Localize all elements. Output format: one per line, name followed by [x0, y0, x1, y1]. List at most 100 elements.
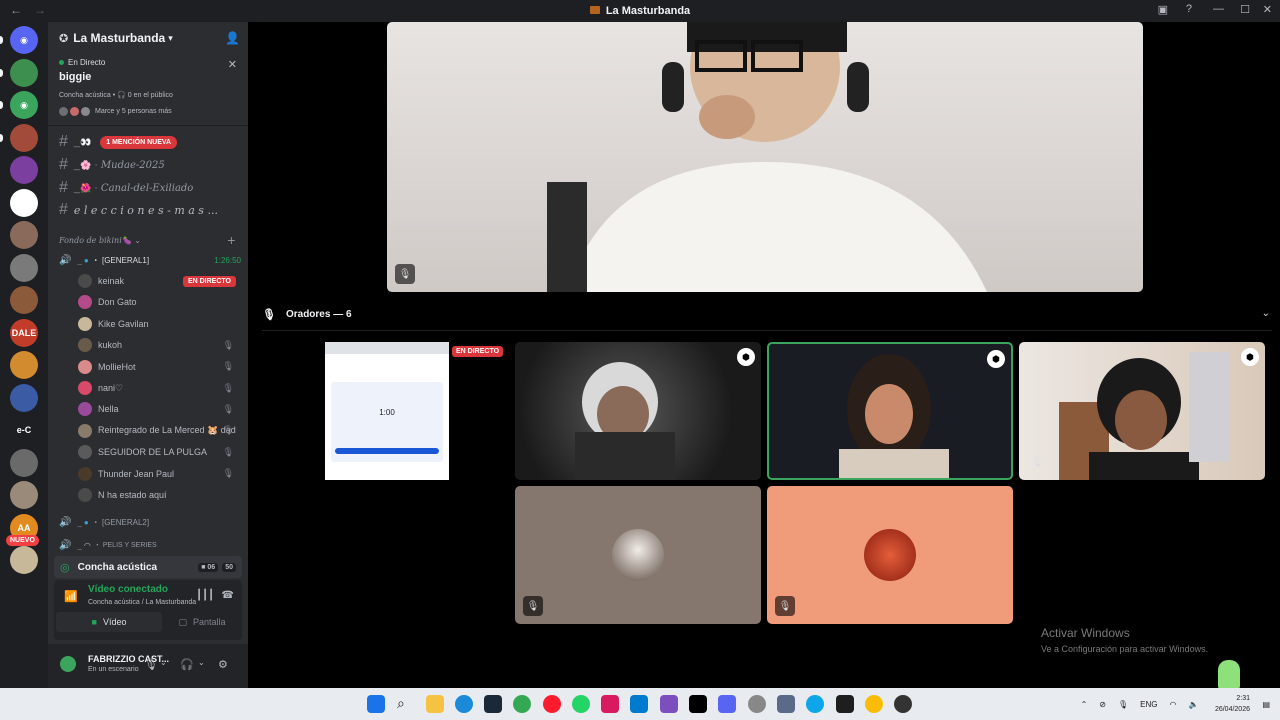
server-icon[interactable]: [10, 286, 38, 314]
file-explorer-icon[interactable]: [426, 695, 444, 713]
chevron-down-icon[interactable]: ⌄: [198, 658, 205, 667]
maximize-button[interactable]: ☐: [1240, 3, 1250, 16]
opera-icon[interactable]: [543, 695, 561, 713]
channel-item[interactable]: # _ 👀 1 MENCIÓN NUEVA: [59, 132, 241, 152]
muted-mic-icon: 🎙: [222, 425, 234, 436]
minimize-button[interactable]: —: [1213, 3, 1224, 15]
settings-icon[interactable]: [748, 695, 766, 713]
clock[interactable]: 2:31 26/04/2026: [1215, 693, 1250, 715]
microphone-icon[interactable]: 🎙: [144, 658, 158, 671]
server-header[interactable]: ✪ La Masturbanda ▾ 👤: [48, 22, 248, 54]
avatar: [864, 529, 916, 581]
disconnect-icon[interactable]: ☎: [222, 590, 234, 601]
chevron-up-icon[interactable]: ⌃: [1081, 700, 1088, 709]
voice-channel-general1[interactable]: 🔊 _ ● ・ [GENERAL1] 1:26:50: [59, 251, 241, 269]
server-icon[interactable]: [10, 351, 38, 379]
wifi-icon[interactable]: ◠: [1169, 700, 1176, 709]
search-icon[interactable]: ⌕: [397, 695, 415, 713]
headphones-icon[interactable]: 🎧: [180, 658, 194, 671]
voice-member[interactable]: Thunder Jean Paul 🎙: [78, 464, 238, 484]
server-icon[interactable]: [10, 383, 38, 412]
category-header[interactable]: Fondo de bikini🍆 ⌄ +: [59, 234, 241, 247]
chrome-canary-icon[interactable]: [865, 695, 883, 713]
screen-share-tile[interactable]: 1:00: [325, 342, 449, 480]
window-title: La Masturbanda: [0, 5, 1280, 17]
server-icon[interactable]: [10, 221, 38, 249]
add-channel-icon[interactable]: +: [227, 234, 236, 247]
voice-member[interactable]: N ha estado aquí: [78, 485, 238, 505]
channel-item[interactable]: # _ 🌸 · Mudae-2025: [59, 155, 241, 175]
voice-member[interactable]: Kike Gavilan: [78, 314, 238, 334]
voice-member[interactable]: nani♡ 🎙: [78, 378, 238, 398]
voice-channel-pelis[interactable]: 🔊 _ ◠ ・ PELIS Y SERIES: [59, 536, 241, 554]
server-icon[interactable]: e-C: [10, 416, 38, 444]
stage-banner[interactable]: En Directo biggie Concha acústica • 🎧 0 …: [48, 54, 248, 126]
voice-member[interactable]: Reintegrado de La Merced 🐹 dad 🎙: [78, 421, 238, 441]
channel-item[interactable]: # _ 🌺 · Canal-del-Exiliado: [59, 178, 241, 198]
notepad-icon[interactable]: [777, 695, 795, 713]
channel-item[interactable]: # e l e c c i o n e s - m a s ...: [59, 200, 241, 220]
chrome-icon[interactable]: [513, 695, 531, 713]
avatar-tile-speaker[interactable]: 🎙: [515, 486, 761, 624]
screen-share-button[interactable]: ▢ Pantalla: [164, 612, 240, 632]
server-icon[interactable]: ◉: [10, 26, 38, 54]
video-button[interactable]: ■ Vídeo: [56, 612, 162, 632]
steam-icon[interactable]: [484, 695, 502, 713]
voice-member[interactable]: Don Gato: [78, 292, 238, 312]
settings-gear-icon[interactable]: ⚙: [218, 658, 228, 671]
intellij-icon[interactable]: [601, 695, 619, 713]
server-icon[interactable]: [10, 253, 38, 282]
whatsapp-icon[interactable]: [572, 695, 590, 713]
invite-icon[interactable]: 👤: [225, 31, 240, 45]
server-icon[interactable]: [10, 188, 38, 217]
voice-channel-general2[interactable]: 🔊 _ ● ・ [GENERAL2]: [59, 513, 241, 531]
discord-taskbar-icon[interactable]: [718, 695, 736, 713]
edge-icon[interactable]: [455, 695, 473, 713]
voice-member[interactable]: MollieHot 🎙: [78, 357, 238, 377]
start-button[interactable]: [367, 695, 385, 713]
network-icon[interactable]: ⊘: [1099, 700, 1106, 709]
avatar[interactable]: [60, 656, 76, 672]
server-icon[interactable]: [10, 156, 38, 184]
voice-member[interactable]: kukoh 🎙: [78, 335, 238, 355]
current-stage-channel[interactable]: ◎ Concha acústica ■ 06 50: [54, 556, 242, 578]
chevron-down-icon[interactable]: ⌄: [1262, 308, 1270, 319]
server-icon[interactable]: [10, 481, 38, 509]
microphone-icon[interactable]: 🎙: [1118, 700, 1128, 709]
help-icon[interactable]: ?: [1186, 3, 1192, 15]
globe-icon: ●: [83, 517, 89, 527]
server-icon[interactable]: DALE: [10, 318, 38, 347]
vscode-icon[interactable]: [630, 695, 648, 713]
avatar: [78, 274, 92, 288]
close-button[interactable]: ✕: [1263, 3, 1272, 16]
member-name: Kike Gavilan: [98, 318, 149, 329]
volume-icon[interactable]: 🔈: [1188, 700, 1198, 709]
server-icon[interactable]: [10, 58, 38, 87]
inbox-icon[interactable]: ▣: [1158, 3, 1168, 16]
close-icon[interactable]: ✕: [228, 58, 237, 71]
voice-member[interactable]: keinak EN DIRECTO: [78, 271, 238, 291]
server-icon[interactable]: ◉: [10, 91, 38, 119]
notification-icon[interactable]: ▤: [1262, 700, 1270, 709]
chevron-down-icon[interactable]: ⌄: [160, 658, 167, 667]
messenger-icon[interactable]: [806, 695, 824, 713]
server-icon[interactable]: [10, 448, 38, 477]
screen-icon: ▢: [178, 616, 187, 627]
recorder-icon[interactable]: [894, 695, 912, 713]
noise-suppression-icon[interactable]: ┃┃┃: [196, 590, 214, 601]
avatar-tile-speaker[interactable]: 🎙: [767, 486, 1013, 624]
voice-member[interactable]: Nella 🎙: [78, 399, 238, 419]
visual-studio-icon[interactable]: [660, 695, 678, 713]
video-tile-speaker[interactable]: ⬢: [515, 342, 761, 480]
tiktok-icon[interactable]: [689, 695, 707, 713]
language-indicator[interactable]: ENG: [1140, 700, 1157, 709]
video-tile-speaker-active[interactable]: ⬢: [767, 342, 1013, 480]
terminal-icon[interactable]: [836, 695, 854, 713]
moderator-shield-icon: ⬢: [737, 348, 755, 366]
video-tile-main[interactable]: 🎙: [387, 22, 1143, 292]
video-tile-speaker[interactable]: ⬢ 🎙: [1019, 342, 1265, 480]
voice-member[interactable]: SEGUIDOR DE LA PULGA 🎙: [78, 442, 238, 462]
muted-mic-icon: 🎙: [1030, 456, 1044, 468]
server-icon[interactable]: [10, 546, 38, 574]
server-icon[interactable]: [10, 123, 38, 152]
